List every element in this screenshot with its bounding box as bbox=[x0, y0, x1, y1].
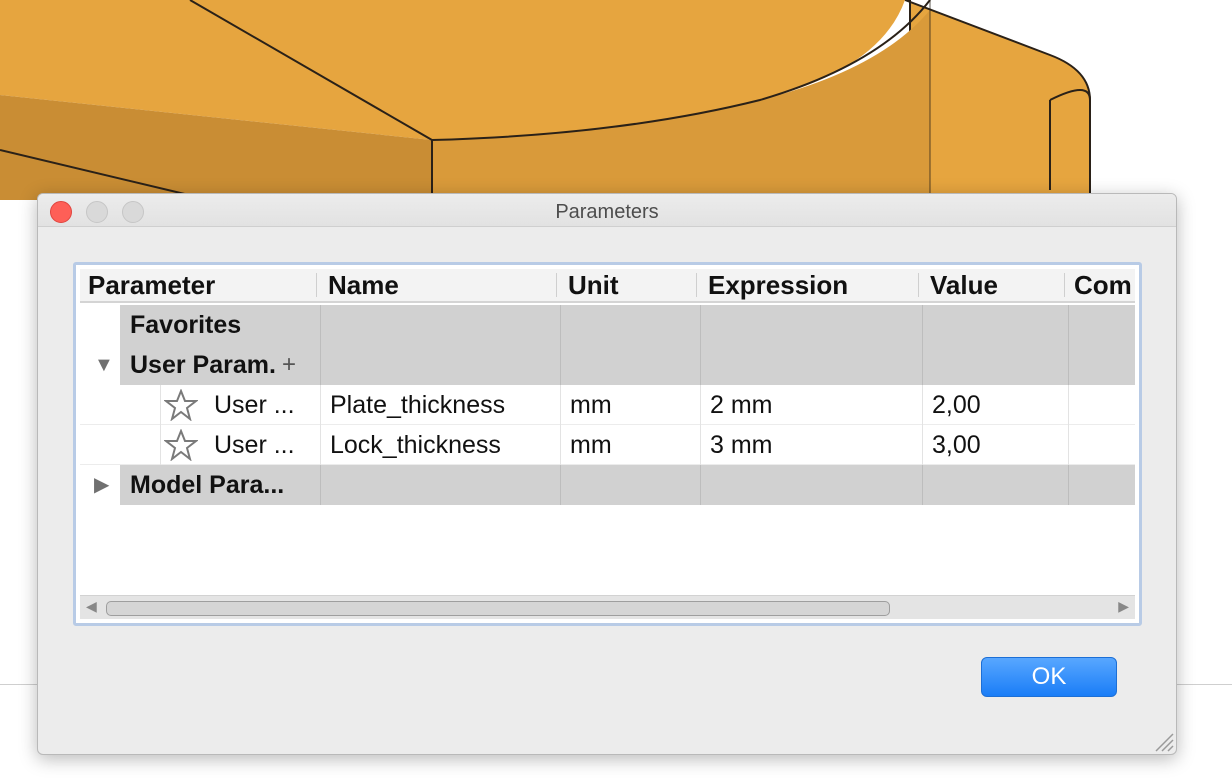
group-row-model-parameters[interactable]: ▶ Model Para... bbox=[80, 465, 1135, 505]
cell-comment[interactable] bbox=[1076, 425, 1134, 465]
cell-parameter: User ... bbox=[214, 431, 295, 459]
parameters-dialog: Parameters Parameter Name Unit Expressio… bbox=[37, 193, 1177, 755]
column-header-parameter[interactable]: Parameter bbox=[82, 269, 314, 301]
cell-name[interactable]: Lock_thickness bbox=[330, 425, 556, 465]
group-row-user-parameters[interactable]: ▼ User Param. + bbox=[80, 345, 1135, 385]
parameters-table[interactable]: Parameter Name Unit Expression Value Com… bbox=[80, 269, 1135, 599]
horizontal-scrollbar[interactable]: ◀ ▶ bbox=[80, 595, 1135, 619]
window-title: Parameters bbox=[555, 201, 659, 223]
column-header-name[interactable]: Name bbox=[322, 269, 558, 301]
cell-name[interactable]: Plate_thickness bbox=[330, 385, 556, 425]
group-label-model-parameters: Model Para... bbox=[130, 471, 285, 499]
cell-comment[interactable] bbox=[1076, 385, 1134, 425]
cell-parameter: User ... bbox=[214, 391, 295, 419]
plus-icon[interactable]: + bbox=[282, 353, 296, 377]
triangle-down-icon[interactable]: ▼ bbox=[94, 345, 114, 385]
column-header-unit[interactable]: Unit bbox=[562, 269, 696, 301]
resize-grip-icon[interactable] bbox=[1152, 730, 1174, 752]
triangle-right-icon[interactable]: ▶ bbox=[94, 465, 109, 505]
column-header-comment[interactable]: Com bbox=[1070, 269, 1135, 301]
column-header-expression[interactable]: Expression bbox=[702, 269, 916, 301]
column-header-value[interactable]: Value bbox=[924, 269, 1064, 301]
cell-expression[interactable]: 3 mm bbox=[710, 425, 918, 465]
group-row-favorites[interactable]: Favorites bbox=[80, 305, 1135, 345]
scroll-right-arrow-icon[interactable]: ▶ bbox=[1118, 598, 1129, 615]
table-row[interactable]: User ... Lock_thickness mm 3 mm 3,00 bbox=[80, 425, 1135, 465]
parameters-table-frame: Parameter Name Unit Expression Value Com… bbox=[73, 262, 1142, 626]
table-row[interactable]: User ... Plate_thickness mm 2 mm 2,00 bbox=[80, 385, 1135, 425]
cell-expression[interactable]: 2 mm bbox=[710, 385, 918, 425]
table-header: Parameter Name Unit Expression Value Com bbox=[80, 269, 1135, 303]
scrollbar-thumb[interactable] bbox=[106, 601, 890, 616]
star-icon[interactable] bbox=[164, 429, 198, 461]
cell-value: 2,00 bbox=[932, 391, 981, 419]
ok-button[interactable]: OK bbox=[981, 657, 1117, 697]
group-label-favorites: Favorites bbox=[130, 311, 242, 339]
cell-unit[interactable]: mm bbox=[570, 385, 696, 425]
scroll-left-arrow-icon[interactable]: ◀ bbox=[86, 598, 97, 615]
title-bar[interactable]: Parameters bbox=[38, 194, 1176, 227]
cell-unit[interactable]: mm bbox=[570, 425, 696, 465]
star-icon[interactable] bbox=[164, 389, 198, 421]
cell-value: 3,00 bbox=[932, 431, 981, 459]
